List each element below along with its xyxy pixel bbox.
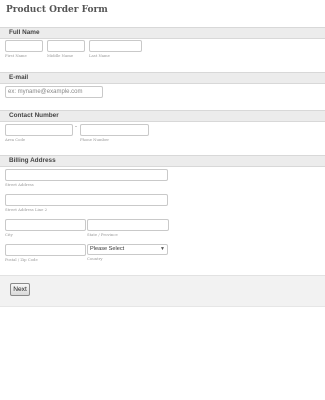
first-name-input[interactable] (5, 40, 43, 52)
phone-number-sublabel: Phone Number (80, 137, 110, 142)
street-address-line2-input[interactable] (5, 194, 168, 206)
postal-code-input[interactable] (5, 244, 86, 256)
country-selected-value: Please Select (90, 246, 125, 252)
state-province-sublabel: State / Province (87, 232, 118, 237)
billing-section-label: Billing Address (9, 157, 56, 164)
next-button[interactable]: Next (10, 283, 30, 296)
full-name-section-bar: Full Name (0, 27, 325, 39)
city-sublabel: City (5, 232, 13, 237)
area-code-sublabel: Area Code (5, 137, 26, 142)
country-sublabel: Country (87, 256, 103, 261)
email-section-bar: E-mail (0, 72, 325, 84)
street-address-line2-sublabel: Street Address Line 2 (5, 207, 47, 212)
state-province-input[interactable] (87, 219, 169, 231)
form-footer (0, 275, 325, 307)
billing-section-bar: Billing Address (0, 155, 325, 167)
contact-section-label: Contact Number (9, 112, 59, 119)
city-input[interactable] (5, 219, 86, 231)
contact-section-bar: Contact Number (0, 110, 325, 122)
phone-separator: - (75, 124, 77, 130)
first-name-sublabel: First Name (5, 53, 27, 58)
middle-name-input[interactable] (47, 40, 85, 52)
street-address-sublabel: Street Address (5, 182, 34, 187)
dropdown-arrow-icon: ▼ (160, 246, 165, 252)
street-address-input[interactable] (5, 169, 168, 181)
email-input[interactable]: ex: myname@example.com (5, 86, 103, 98)
area-code-input[interactable] (5, 124, 73, 136)
email-section-label: E-mail (9, 74, 29, 81)
full-name-section-label: Full Name (9, 29, 40, 36)
phone-number-input[interactable] (80, 124, 149, 136)
middle-name-sublabel: Middle Name (47, 53, 74, 58)
postal-code-sublabel: Postal / Zip Code (5, 257, 38, 262)
form-title: Product Order Form (6, 5, 108, 15)
country-select[interactable]: Please Select ▼ (87, 244, 168, 255)
last-name-input[interactable] (89, 40, 142, 52)
last-name-sublabel: Last Name (89, 53, 110, 58)
